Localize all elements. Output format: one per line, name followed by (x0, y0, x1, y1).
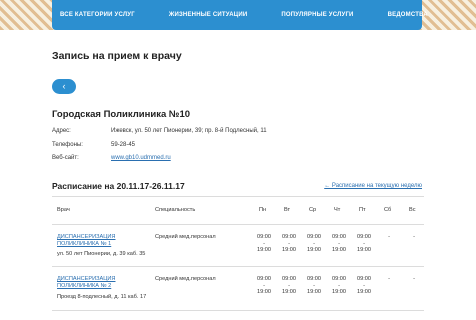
address-label: Адрес: (52, 128, 71, 134)
hours-mon[interactable]: 09:00-19:00 (253, 276, 275, 296)
hours-tue[interactable]: 09:00-19:00 (278, 276, 300, 296)
nav-popular-services[interactable]: ПОПУЛЯРНЫЕ УСЛУГИ (281, 12, 353, 18)
column-header-sun: Вс (409, 207, 416, 213)
doctor-address: ул. 50 лет Пионерии, д. 39 каб. 35 (57, 251, 146, 257)
doctor-address: Проезд 8-подлесный, д. 11 каб. 17 (57, 294, 147, 300)
divider (52, 224, 424, 225)
hours-sun: - (413, 234, 415, 240)
doctor-link[interactable]: ДИСПАНСЕРИЗАЦИЯ ПОЛИКЛИНИКА № 1 (57, 234, 149, 248)
column-header-tue: Вт (284, 207, 291, 213)
column-header-mon: Пн (259, 207, 267, 213)
hours-mon[interactable]: 09:00-19:00 (253, 234, 275, 254)
column-header-thu: Чт (334, 207, 341, 213)
chevron-left-icon: ‹ (62, 81, 66, 91)
divider (52, 196, 424, 197)
nav-all-categories[interactable]: ВСЕ КАТЕГОРИИ УСЛУГ (60, 12, 135, 18)
page-title: Запись на прием к врачу (52, 50, 182, 62)
divider (52, 310, 424, 311)
column-header-sat: Сб (384, 207, 392, 213)
hours-wed[interactable]: 09:00-19:00 (303, 234, 325, 254)
column-header-doctor: Врач (57, 207, 70, 213)
address-value: Ижевск, ул. 50 лет Пионерии, 39; пр. 8-й… (111, 128, 267, 134)
hours-tue[interactable]: 09:00-19:00 (278, 234, 300, 254)
nav-life-situations[interactable]: ЖИЗНЕННЫЕ СИТУАЦИИ (169, 12, 248, 18)
current-week-link[interactable]: ← Расписание на текущую неделю (324, 183, 422, 189)
clinic-name: Городская Поликлиника №10 (52, 109, 191, 120)
phones-value: 59-28-45 (111, 142, 136, 148)
top-navigation: ВСЕ КАТЕГОРИИ УСЛУГ ЖИЗНЕННЫЕ СИТУАЦИИ П… (52, 0, 428, 30)
column-header-fri: Пт (359, 207, 366, 213)
specialty-value: Средний мед.персонал (155, 234, 216, 240)
ornament-left (0, 0, 58, 30)
column-header-wed: Ср (309, 207, 317, 213)
hours-wed[interactable]: 09:00-19:00 (303, 276, 325, 296)
website-link[interactable]: www.gb10.udmmed.ru (111, 155, 171, 161)
back-button[interactable]: ‹ (52, 79, 76, 94)
hours-sat: - (388, 234, 390, 240)
column-header-specialty: Специальность (155, 207, 196, 213)
website-label: Веб-сайт: (52, 155, 79, 161)
divider (52, 266, 424, 267)
phones-label: Телефоны: (52, 142, 83, 148)
nav-departments[interactable]: ВЕДОМСТВА (388, 12, 428, 18)
schedule-title: Расписание на 20.11.17-26.11.17 (52, 181, 185, 191)
hours-thu[interactable]: 09:00-19:00 (328, 276, 350, 296)
hours-thu[interactable]: 09:00-19:00 (328, 234, 350, 254)
doctor-link[interactable]: ДИСПАНСЕРИЗАЦИЯ ПОЛИКЛИНИКА № 2 (57, 276, 149, 290)
hours-fri[interactable]: 09:00-19:00 (353, 276, 375, 296)
specialty-value: Средний мед.персонал (155, 276, 216, 282)
hours-fri[interactable]: 09:00-19:00 (353, 234, 375, 254)
hours-sat: - (388, 276, 390, 282)
hours-sun: - (413, 276, 415, 282)
